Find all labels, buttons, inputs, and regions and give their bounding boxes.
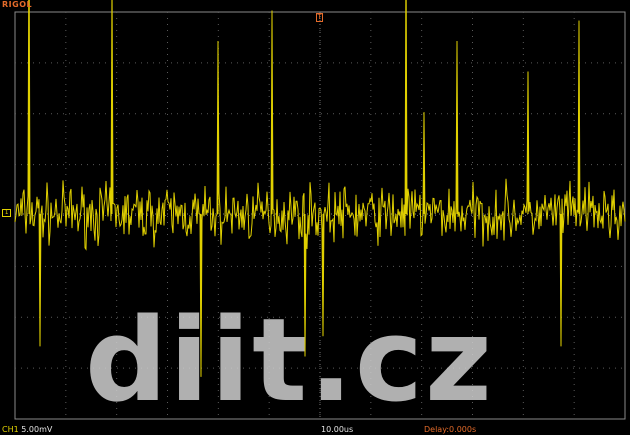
timebase-readout: 10.00us [321,425,354,434]
brand-logo: RIGOL [2,0,33,9]
delay-readout: Delay:0.000s [424,425,477,434]
watermark-text: diit.cz [85,294,494,428]
trigger-position-marker[interactable]: T [316,13,323,22]
watermark-logo: diit.cz [85,294,494,428]
ch1-label: CH1 [2,425,19,434]
ch1-offset-marker[interactable]: 1 [2,209,11,217]
ch1-scale-readout: CH1 5.00mV [2,424,52,435]
oscilloscope-screen: diit.cz RIGOL T 1 CH1 5.00mV 10.00us Del… [0,0,630,435]
volts-per-div: 5.00mV [21,425,53,434]
